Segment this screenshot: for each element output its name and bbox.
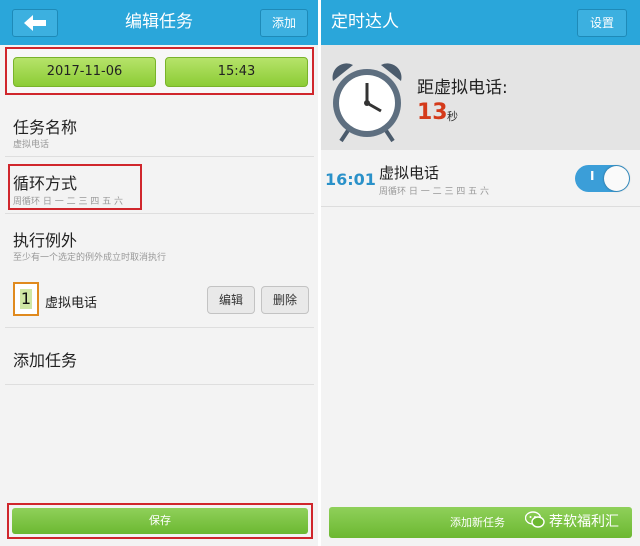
exceptions-hint: 至少有一个选定的例外成立时取消执行 (13, 253, 167, 263)
time-button[interactable]: 15:43 (165, 57, 308, 87)
header-bar: 定时达人 设置 (321, 0, 640, 45)
wechat-icon (525, 511, 545, 528)
task-list-item[interactable]: 16:01 虚拟电话 周循环 日 一 二 三 四 五 六 I (321, 150, 640, 207)
task-repeat: 周循环 日 一 二 三 四 五 六 (379, 187, 490, 197)
task-toggle[interactable]: I (575, 165, 630, 192)
toggle-on-label: I (590, 169, 595, 183)
delete-exception-button[interactable]: 删除 (261, 286, 309, 314)
add-button[interactable]: 添加 (260, 9, 308, 37)
repeat-row[interactable]: 循环方式 周循环 日 一 二 三 四 五 六 (5, 157, 314, 214)
task-name-row[interactable]: 任务名称 虚拟电话 (5, 101, 314, 157)
header-bar: 编辑任务 添加 (0, 0, 318, 45)
task-name-value: 虚拟电话 (13, 140, 50, 150)
add-task-row[interactable]: 添加任务 (5, 328, 314, 385)
countdown-value: 13 (417, 100, 448, 125)
task-name-title: 任务名称 (13, 118, 78, 137)
add-new-task-button[interactable]: 添加新任务 荐软福利汇 (329, 507, 632, 538)
exception-index-box: 1 (13, 282, 39, 316)
timer-master-screen: 定时达人 设置 距虚拟电话: 13 秒 16:01 虚拟电话 周循环 日 一 二… (321, 0, 640, 546)
app-title: 定时达人 (331, 12, 399, 32)
date-button[interactable]: 2017-11-06 (13, 57, 156, 87)
toggle-knob (604, 166, 629, 191)
save-button[interactable]: 保存 (12, 508, 308, 534)
watermark-text: 荐软福利汇 (549, 514, 619, 530)
countdown-label: 距虚拟电话: (417, 78, 508, 98)
add-task-label: 添加任务 (13, 351, 78, 370)
task-time: 16:01 (325, 170, 376, 189)
alarm-clock-icon (332, 63, 402, 143)
exception-name: 虚拟电话 (45, 296, 98, 311)
countdown-panel: 距虚拟电话: 13 秒 (321, 45, 640, 150)
edit-task-screen: 编辑任务 添加 2017-11-06 15:43 任务名称 虚拟电话 循环方式 … (0, 0, 318, 546)
exceptions-title: 执行例外 (13, 231, 78, 250)
countdown-unit: 秒 (447, 110, 458, 123)
edit-exception-button[interactable]: 编辑 (207, 286, 255, 314)
exception-item: 1 虚拟电话 编辑 删除 (5, 280, 314, 328)
repeat-title: 循环方式 (13, 174, 78, 193)
add-new-task-label: 添加新任务 (450, 516, 505, 529)
settings-button[interactable]: 设置 (577, 9, 627, 37)
date-time-bar: 2017-11-06 15:43 (5, 47, 314, 95)
task-name: 虚拟电话 (379, 164, 440, 182)
exceptions-row[interactable]: 执行例外 至少有一个选定的例外成立时取消执行 (5, 214, 314, 270)
save-highlight: 保存 (7, 503, 313, 539)
repeat-value: 周循环 日 一 二 三 四 五 六 (13, 197, 124, 207)
exception-index: 1 (20, 289, 32, 309)
